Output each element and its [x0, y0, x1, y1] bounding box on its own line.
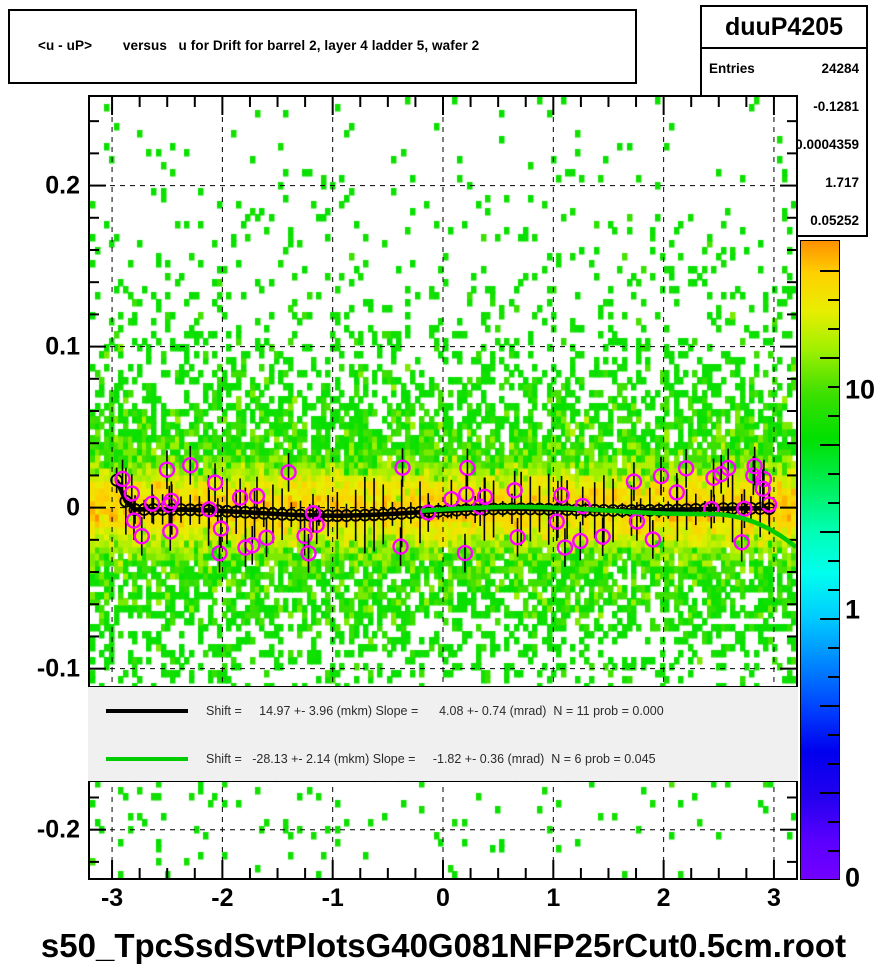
palette-tick	[828, 734, 839, 736]
legend-label: Shift = -28.13 +- 2.14 (mkm) Slope = -1.…	[206, 752, 656, 766]
palette-axis-labels: 0 1 10	[841, 240, 887, 892]
palette-tick	[828, 647, 839, 649]
palette-tick	[820, 792, 839, 794]
palette-tick-label: 10	[845, 374, 876, 405]
stat-key: Entries	[709, 60, 755, 76]
y-tick-label: 0	[66, 493, 80, 522]
palette-tick	[820, 444, 839, 446]
palette-tick	[828, 589, 839, 591]
palette-tick	[820, 270, 839, 272]
page-title: <u - uP> versus u for Drift for barrel 2…	[38, 38, 480, 53]
legend-line-swatch	[88, 687, 206, 735]
stat-row: Entries 24284	[702, 49, 866, 87]
stat-value: 1.717	[825, 174, 859, 190]
root-canvas: <u - uP> versus u for Drift for barrel 2…	[0, 0, 887, 980]
palette-tick	[828, 386, 839, 388]
x-tick-label: 1	[546, 884, 561, 912]
legend-line-swatch	[88, 735, 206, 783]
stat-value: -0.0004359	[790, 136, 859, 152]
palette-tick	[820, 705, 839, 707]
legend-entry: Shift = -28.13 +- 2.14 (mkm) Slope = -1.…	[88, 735, 798, 783]
stat-value: -0.1281	[813, 98, 859, 114]
x-tick-label: -3	[100, 884, 124, 912]
palette-tick	[820, 531, 839, 533]
color-palette-bar	[800, 240, 840, 880]
x-tick-label: 2	[656, 884, 671, 912]
palette-tick	[828, 821, 839, 823]
palette-tick	[828, 676, 839, 678]
y-tick-label: -0.2	[36, 815, 80, 844]
source-file-label: s50_TpcSsdSvtPlotsG40G081NFP25rCut0.5cm.…	[0, 920, 887, 972]
palette-tick	[828, 299, 839, 301]
x-tick-label: 0	[436, 884, 450, 912]
palette-tick	[828, 415, 839, 417]
palette-tick	[828, 763, 839, 765]
stat-value: 0.05252	[810, 212, 859, 228]
palette-tick	[828, 560, 839, 562]
palette-tick	[820, 357, 839, 359]
x-tick-label: 3	[766, 884, 781, 912]
palette-tick-label: 0	[845, 862, 861, 893]
legend-entry: Shift = 14.97 +- 3.96 (mkm) Slope = 4.08…	[88, 687, 798, 735]
source-file-text: s50_TpcSsdSvtPlotsG40G081NFP25rCut0.5cm.…	[40, 927, 847, 964]
fit-legend-box: Shift = 14.97 +- 3.96 (mkm) Slope = 4.08…	[88, 686, 798, 782]
palette-tick	[828, 473, 839, 475]
y-tick-label: 0.2	[45, 171, 80, 200]
palette-tick	[820, 618, 839, 620]
palette-tick	[828, 502, 839, 504]
y-tick-label: -0.1	[36, 654, 80, 683]
x-axis-labels: -3 -2 -1 0 1 2 3	[88, 884, 798, 918]
palette-tick	[828, 850, 839, 852]
legend-label: Shift = 14.97 +- 3.96 (mkm) Slope = 4.08…	[206, 704, 664, 718]
histogram-name: duuP4205	[702, 7, 866, 49]
palette-tick	[828, 328, 839, 330]
palette-tick-label: 1	[845, 594, 861, 625]
stat-value: 24284	[821, 60, 859, 76]
y-axis-labels: -0.2 -0.1 0 0.1 0.2	[0, 95, 80, 880]
plot-title-box: <u - uP> versus u for Drift for barrel 2…	[8, 9, 637, 84]
x-tick-label: -1	[321, 884, 344, 912]
y-tick-label: 0.1	[45, 332, 80, 361]
x-tick-label: -2	[211, 884, 234, 912]
